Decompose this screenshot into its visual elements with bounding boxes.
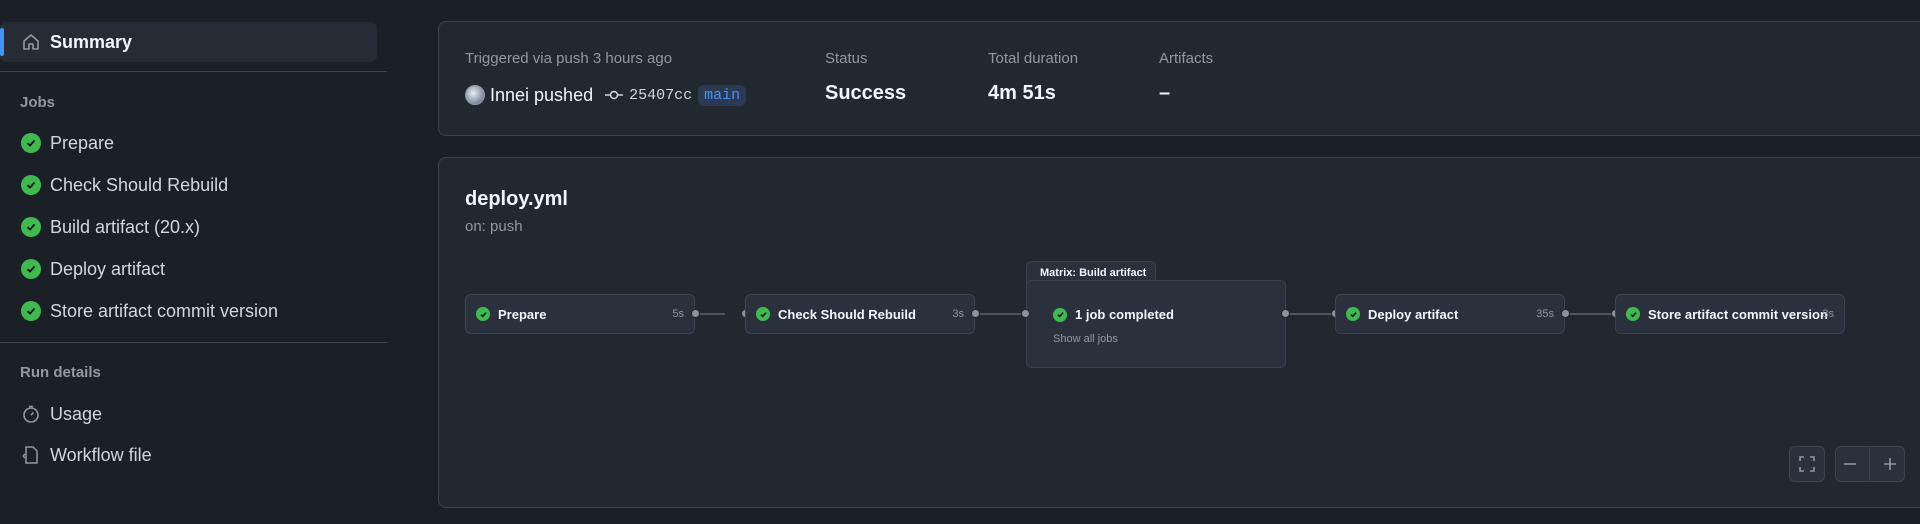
trigger-details: Innei pushed 25407cc main (465, 82, 747, 108)
zoom-controls (1835, 446, 1905, 482)
duration-label: Total duration (988, 50, 1079, 67)
graph-node-store-artifact-commit-version[interactable]: Store artifact commit version 3s (1615, 294, 1845, 334)
graph-node-matrix-build-artifact[interactable]: 1 job completed Show all jobs (1026, 280, 1286, 368)
sidebar-item-label: Usage (50, 403, 103, 424)
connector-dot (1281, 309, 1290, 318)
sidebar-item-label: Check Should Rebuild (50, 174, 229, 195)
check-circle-icon (1626, 307, 1640, 321)
connector-dot (1561, 309, 1570, 318)
check-circle-icon (1346, 307, 1360, 321)
node-duration: 35s (1536, 308, 1554, 320)
sidebar-item-workflow-file[interactable]: Workflow file (0, 437, 387, 473)
node-duration: 3s (952, 308, 964, 320)
workflow-trigger: on: push (465, 218, 523, 235)
sidebar-item-check-should-rebuild[interactable]: Check Should Rebuild (0, 167, 387, 203)
file-code-icon (20, 444, 42, 466)
node-label: Check Should Rebuild (778, 306, 916, 322)
pusher-name[interactable]: Innei pushed (490, 85, 593, 106)
check-circle-icon (1053, 307, 1067, 322)
fullscreen-icon (1798, 455, 1816, 473)
active-indicator (0, 28, 4, 56)
sidebar-item-summary[interactable]: Summary (0, 22, 377, 62)
connector (1285, 313, 1337, 315)
sidebar-item-store-artifact-commit-version[interactable]: Store artifact commit version (0, 293, 387, 329)
workflow-graph-card: deploy.yml on: push Prepare 5s Check Sho… (438, 157, 1920, 508)
matrix-job-summary[interactable]: 1 job completed (1053, 307, 1174, 322)
minus-icon (1843, 463, 1856, 465)
run-details-heading: Run details (20, 364, 101, 381)
check-circle-icon (20, 258, 42, 280)
sidebar-item-label: Workflow file (50, 444, 152, 465)
graph-node-check-should-rebuild[interactable]: Check Should Rebuild 3s (745, 294, 975, 334)
divider (0, 71, 387, 72)
sidebar: Summary Jobs Prepare Check Should Rebuil… (0, 0, 387, 524)
workflow-title: deploy.yml (465, 188, 568, 210)
sidebar-item-label: Store artifact commit version (50, 300, 279, 321)
connector (975, 313, 1027, 315)
sidebar-item-label: Summary (50, 31, 133, 52)
node-label: Prepare (498, 306, 547, 322)
connector (1565, 313, 1617, 315)
sidebar-item-prepare[interactable]: Prepare (0, 125, 387, 161)
status-label: Status (825, 50, 868, 67)
connector-dot (1021, 309, 1030, 318)
check-circle-icon (756, 307, 770, 321)
git-commit-icon (605, 89, 624, 101)
plus-icon (1884, 458, 1897, 470)
sidebar-item-deploy-artifact[interactable]: Deploy artifact (0, 251, 387, 287)
zoom-in-button[interactable] (1882, 456, 1898, 472)
divider (0, 342, 387, 343)
check-circle-icon (20, 300, 42, 322)
divider (1869, 447, 1871, 481)
node-label: Deploy artifact (1368, 306, 1459, 322)
avatar[interactable] (465, 85, 485, 105)
commit-sha[interactable]: 25407cc (629, 87, 692, 104)
sidebar-item-build-artifact[interactable]: Build artifact (20.x) (0, 209, 387, 245)
sidebar-item-label: Deploy artifact (50, 258, 166, 279)
node-duration: 3s (1822, 308, 1834, 320)
artifacts-value: – (1159, 82, 1171, 104)
home-icon (20, 31, 42, 53)
check-circle-icon (20, 132, 42, 154)
node-label: 1 job completed (1075, 307, 1174, 322)
connector-dot (691, 309, 700, 318)
node-label: Store artifact commit version (1648, 306, 1828, 322)
trigger-text: Triggered via push 3 hours ago (465, 50, 673, 67)
run-summary-card: Triggered via push 3 hours ago Innei pus… (438, 21, 1920, 136)
check-circle-icon (20, 216, 42, 238)
jobs-heading: Jobs (20, 94, 56, 111)
branch-label[interactable]: main (698, 84, 747, 106)
graph-node-deploy-artifact[interactable]: Deploy artifact 35s (1335, 294, 1565, 334)
duration-value: 4m 51s (988, 82, 1056, 104)
artifacts-label: Artifacts (1159, 50, 1214, 67)
zoom-out-button[interactable] (1842, 456, 1858, 472)
check-circle-icon (476, 307, 490, 321)
stopwatch-icon (20, 403, 42, 425)
sidebar-item-label: Prepare (50, 132, 115, 153)
sidebar-item-usage[interactable]: Usage (0, 396, 387, 432)
connector-dot (971, 309, 980, 318)
check-circle-icon (20, 174, 42, 196)
sidebar-item-label: Build artifact (20.x) (50, 216, 201, 237)
graph-node-prepare[interactable]: Prepare 5s (465, 294, 695, 334)
status-value: Success (825, 82, 907, 104)
fullscreen-button[interactable] (1789, 446, 1825, 482)
node-duration: 5s (672, 308, 684, 320)
show-all-jobs-link[interactable]: Show all jobs (1053, 333, 1118, 345)
